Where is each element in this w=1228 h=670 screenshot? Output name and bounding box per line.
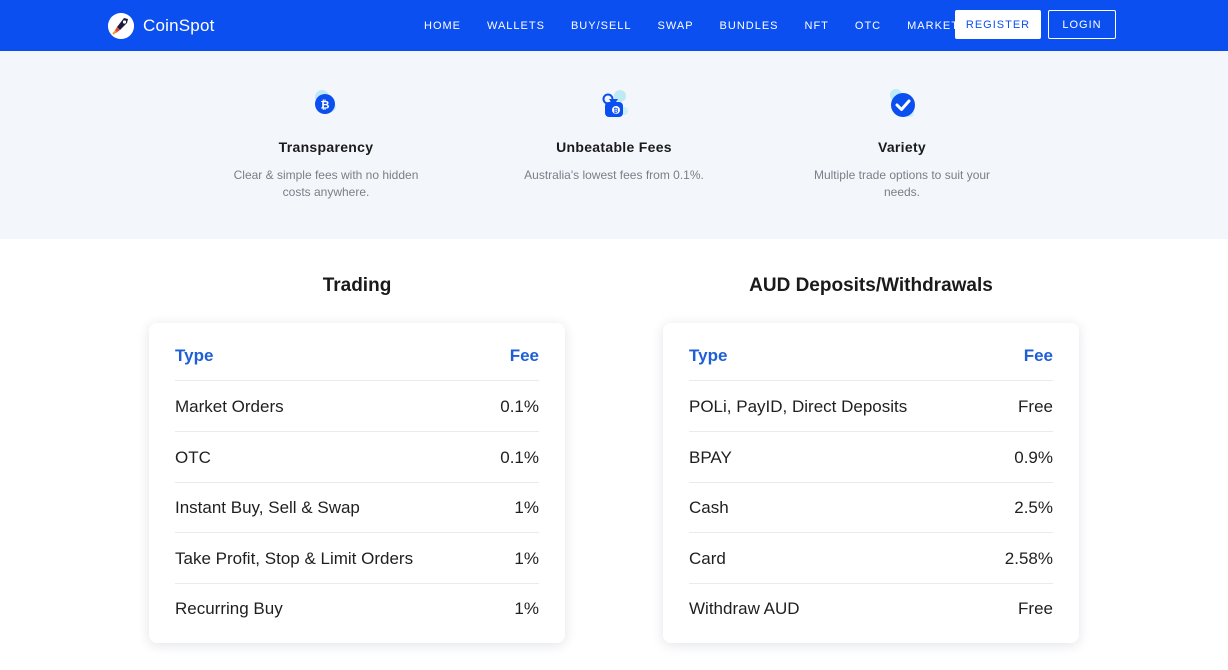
features-section: ₿ Transparency Clear & simple fees with …: [0, 51, 1228, 239]
table-row: Take Profit, Stop & Limit Orders 1%: [175, 534, 539, 584]
fee-type: Withdraw AUD: [689, 599, 800, 618]
table-row: POLi, PayID, Direct Deposits Free: [689, 382, 1053, 432]
fee-value: 1%: [514, 599, 539, 618]
fee-value: 2.58%: [1004, 548, 1053, 568]
table-row: Recurring Buy 1%: [175, 584, 539, 634]
fee-value: 1%: [514, 548, 539, 568]
feature-title: Unbeatable Fees: [556, 139, 672, 155]
feature-desc-line: Multiple trade options to suit your: [813, 168, 991, 182]
table-row: Withdraw AUD Free: [689, 584, 1053, 634]
feature-description: Australia's lowest fees from 0.1%.: [494, 167, 734, 184]
svg-text:₿: ₿: [614, 108, 619, 115]
column-header-type: Type: [689, 345, 728, 365]
fee-type: Instant Buy, Sell & Swap: [175, 497, 360, 517]
nav-link-swap[interactable]: SWAP: [658, 20, 694, 32]
feature-title: Variety: [877, 139, 927, 155]
fee-value: 0.1%: [500, 447, 539, 467]
table-row: Market Orders 0.1%: [175, 382, 539, 432]
table-row: Cash 2.5%: [689, 483, 1053, 533]
login-button[interactable]: LOGIN: [1048, 10, 1116, 39]
fee-type: Cash: [689, 497, 729, 517]
fee-type: OTC: [175, 447, 211, 467]
table-row: OTC 0.1%: [175, 433, 539, 483]
nav-link-otc[interactable]: OTC: [855, 20, 881, 32]
bitcoin-coin-icon: ₿: [310, 87, 344, 121]
feature-desc-line: needs.: [883, 185, 921, 199]
table-header-row: Type Fee: [689, 331, 1053, 381]
register-button[interactable]: REGISTER: [955, 10, 1041, 39]
feature-desc-line: costs anywhere.: [282, 185, 370, 199]
fee-type: Recurring Buy: [175, 599, 283, 618]
fee-type: Card: [689, 548, 726, 568]
column-header-fee: Fee: [1023, 345, 1053, 365]
trading-fee-table: Type Fee Market Orders 0.1% OTC 0.1% Ins…: [149, 323, 565, 643]
trading-section-title: Trading: [322, 275, 392, 296]
nav-link-wallets[interactable]: WALLETS: [487, 20, 545, 32]
feature-description: Multiple trade options to suit your need…: [782, 167, 1022, 201]
fee-type: Take Profit, Stop & Limit Orders: [175, 548, 414, 568]
fee-bag-icon: ₿: [598, 87, 632, 121]
top-nav-bar: CoinSpot HOME WALLETS BUY/SELL SWAP BUND…: [0, 0, 1228, 51]
svg-text:₿: ₿: [321, 99, 330, 112]
fee-value: Free: [1018, 396, 1053, 416]
fee-type: POLi, PayID, Direct Deposits: [689, 396, 908, 416]
column-header-fee: Fee: [509, 345, 539, 365]
column-header-type: Type: [175, 345, 214, 365]
fee-value: 0.1%: [500, 396, 539, 416]
coinspot-logo-icon: [108, 12, 134, 39]
fee-type: Market Orders: [175, 396, 284, 416]
brand-logo-link[interactable]: CoinSpot: [108, 12, 215, 39]
table-header-row: Type Fee: [175, 331, 539, 381]
nav-link-buy-sell[interactable]: BUY/SELL: [571, 20, 632, 32]
feature-desc-line: Clear & simple fees with no hidden: [233, 168, 419, 182]
nav-links: HOME WALLETS BUY/SELL SWAP BUNDLES NFT O…: [424, 0, 993, 51]
feature-desc-line: Australia's lowest fees from 0.1%.: [524, 168, 704, 182]
table-row: Card 2.58%: [689, 534, 1053, 584]
aud-fee-table: Type Fee POLi, PayID, Direct Deposits Fr…: [663, 323, 1079, 643]
fee-value: 0.9%: [1014, 447, 1053, 467]
feature-description: Clear & simple fees with no hidden costs…: [206, 167, 446, 201]
aud-section-title: AUD Deposits/Withdrawals: [749, 275, 993, 296]
fee-value: Free: [1018, 599, 1053, 618]
brand-name: CoinSpot: [143, 15, 215, 35]
fee-value: 1%: [514, 497, 539, 517]
table-row: BPAY 0.9%: [689, 433, 1053, 483]
feature-title: Transparency: [278, 139, 374, 155]
checkmark-icon: [886, 87, 920, 121]
nav-link-nft[interactable]: NFT: [805, 20, 829, 32]
table-row: Instant Buy, Sell & Swap 1%: [175, 483, 539, 533]
nav-link-bundles[interactable]: BUNDLES: [720, 20, 779, 32]
fee-type: BPAY: [689, 447, 732, 467]
fee-value: 2.5%: [1014, 497, 1053, 517]
nav-link-home[interactable]: HOME: [424, 20, 461, 32]
